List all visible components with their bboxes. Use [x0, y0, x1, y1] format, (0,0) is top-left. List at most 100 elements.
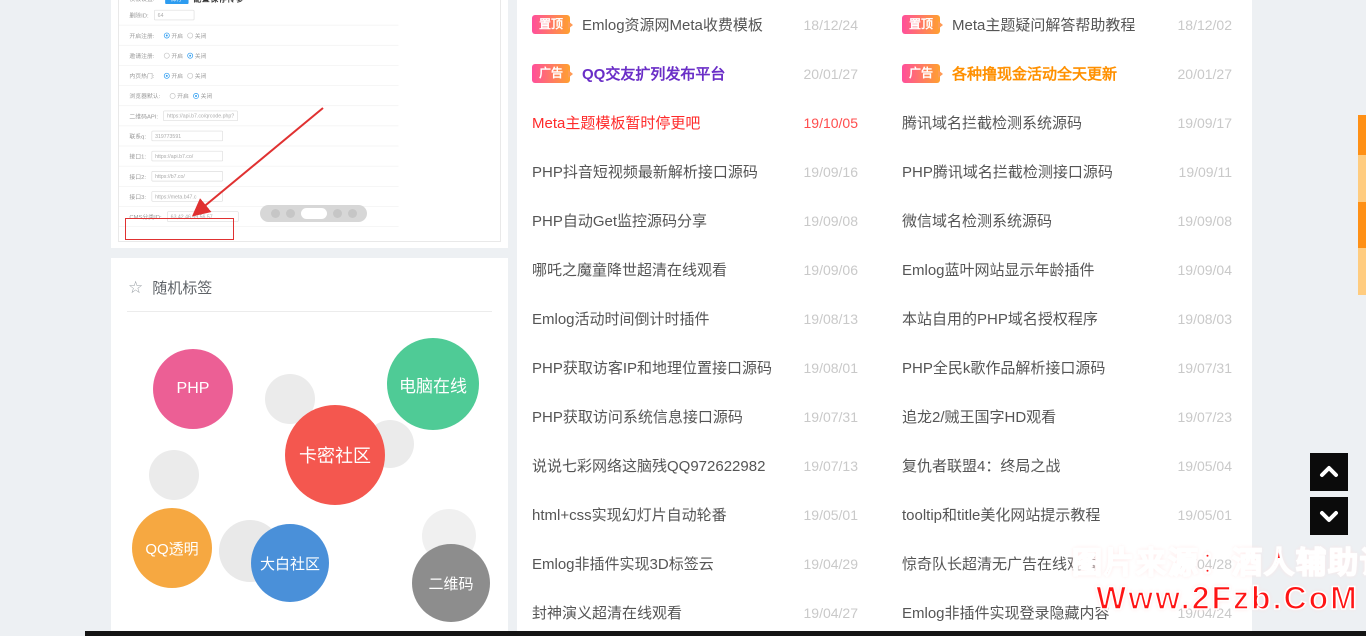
carousel-dot[interactable] [271, 209, 280, 218]
screenshot-radio-icon [187, 52, 193, 58]
screenshot-radio-icon [193, 93, 199, 99]
article-title-link[interactable]: PHP获取访问系统信息接口源码 [532, 406, 796, 427]
article-title-link[interactable]: 说说七彩网络这脑残QQ972622982 [532, 455, 796, 476]
carousel-dots[interactable] [260, 205, 367, 222]
screenshot-radio-icon [169, 93, 175, 99]
article-title-link[interactable]: PHP获取访客IP和地理位置接口源码 [532, 357, 796, 378]
article-title-link[interactable]: QQ交友扩列发布平台 [582, 63, 795, 84]
tag-bubble[interactable]: 卡密社区 [285, 405, 385, 505]
screenshot-form-row: 内页热门:开启关闭 [119, 66, 399, 86]
ad-badge: 广告 [902, 64, 940, 83]
screenshot-radio-label: 开启 [171, 31, 183, 39]
article-date: 20/01/27 [804, 66, 859, 82]
screenshot-form-row: 接口1:https://api.b7.co/ [119, 146, 399, 166]
screenshot-form-label: 联系q: [129, 132, 146, 140]
article-row: 复仇者联盟4：终局之战19/05/04 [902, 441, 1232, 490]
article-date: 19/10/05 [804, 115, 859, 131]
carousel-dot-active[interactable] [301, 208, 327, 219]
scroll-up-button[interactable] [1310, 453, 1348, 491]
tag-bubble[interactable]: 电脑在线 [387, 338, 479, 430]
article-date: 19/09/08 [1178, 213, 1233, 229]
article-row: 微信域名检测系统源码 19/09/08 [902, 196, 1232, 245]
screenshot-form-row: 接口3:https://meta.b47.c [119, 187, 399, 207]
article-date: 18/12/24 [804, 17, 859, 33]
article-date: 19/09/16 [804, 164, 859, 180]
screenshot-form-row: 联系q:319773591 [119, 126, 399, 146]
article-row: PHP抖音短视频最新解析接口源码 19/09/16 [532, 147, 858, 196]
article-title-link[interactable]: PHP腾讯域名拦截检测接口源码 [902, 161, 1171, 182]
article-row: tooltip和title美化网站提示教程 19/05/01 [902, 490, 1232, 539]
article-row: 追龙2/贼王国字HD观看 19/07/23 [902, 392, 1232, 441]
article-date: 19/09/06 [804, 262, 859, 278]
screenshot-radio-label: 开启 [177, 91, 189, 99]
article-title-link[interactable]: Emlog蓝叶网站显示年龄插件 [902, 259, 1170, 280]
chevron-down-icon [1316, 503, 1342, 529]
article-row: 封神演义超清在线观看 19/04/27 [532, 588, 858, 636]
article-title-link[interactable]: 追龙2/贼王国字HD观看 [902, 406, 1170, 427]
screenshot-form-row: 开启注册:开启关闭 [119, 25, 399, 45]
screenshot-radio-icon [187, 32, 193, 38]
article-date: 19/07/23 [1178, 409, 1233, 425]
article-date: 19/04/29 [804, 556, 859, 572]
article-title-link[interactable]: 各种撸现金活动全天更新 [952, 63, 1169, 84]
screenshot-radio-icon [187, 73, 193, 79]
scroll-down-button[interactable] [1310, 497, 1348, 535]
article-date: 19/05/01 [804, 507, 859, 523]
carousel-dot[interactable] [333, 209, 342, 218]
side-widget-strip-segment[interactable] [1358, 155, 1366, 202]
article-title-link[interactable]: html+css实现幻灯片自动轮番 [532, 504, 796, 525]
carousel-dot[interactable] [286, 209, 295, 218]
carousel-dot[interactable] [348, 209, 357, 218]
article-title-link[interactable]: Emlog资源网Meta收费模板 [582, 14, 795, 35]
article-row: html+css实现幻灯片自动轮番 19/05/01 [532, 490, 858, 539]
article-date: 19/08/13 [804, 311, 859, 327]
pinned-badge: 置顶 [902, 15, 940, 34]
article-title-link[interactable]: 哪吒之魔童降世超清在线观看 [532, 259, 796, 280]
tag-bubble[interactable]: QQ透明 [132, 508, 212, 588]
screenshot-radio-label: 开启 [171, 71, 183, 79]
article-title-link[interactable]: 腾讯域名拦截检测系统源码 [902, 112, 1170, 133]
screenshot-radio-icon [164, 32, 170, 38]
article-title-link[interactable]: 微信域名检测系统源码 [902, 210, 1170, 231]
article-title-link[interactable]: tooltip和title美化网站提示教程 [902, 504, 1170, 525]
screenshot-form-label: 开启注册: [129, 31, 154, 39]
screenshot-radio-icon [164, 52, 170, 58]
article-title-link[interactable]: Meta主题疑问解答帮助教程 [952, 14, 1169, 35]
article-title-link[interactable]: 封神演义超清在线观看 [532, 602, 796, 623]
article-date: 19/05/01 [1178, 507, 1233, 523]
side-widget-strip-segment[interactable] [1358, 115, 1366, 155]
article-row: PHP自动Get监控源码分享 19/09/08 [532, 196, 858, 245]
article-title-link[interactable]: Meta主题模板暂时停更吧 [532, 112, 796, 133]
article-row: Emlog活动时间倒计时插件 19/08/13 [532, 294, 858, 343]
article-title-link[interactable]: PHP全民k歌作品解析接口源码 [902, 357, 1170, 378]
article-row: 说说七彩网络这脑残QQ97262298219/07/13 [532, 441, 858, 490]
article-title-link[interactable]: Emlog非插件实现3D标签云 [532, 553, 796, 574]
tag-bubble-empty [149, 450, 199, 500]
screenshot-radio-label: 开启 [171, 51, 183, 59]
tag-bubble[interactable]: PHP [153, 349, 233, 429]
article-date: 19/08/01 [804, 360, 859, 376]
screenshot-form-row: 二维码API: https://api.b7.co/qrcode.php? [119, 106, 399, 126]
screenshot-form-label: 二维码API: [129, 112, 158, 120]
screenshot-form-input: https://api.b7.co/ [151, 151, 223, 161]
article-title-link[interactable]: PHP自动Get监控源码分享 [532, 210, 796, 231]
article-row: PHP获取访问系统信息接口源码19/07/31 [532, 392, 858, 441]
side-widget-strip-segment[interactable] [1358, 202, 1366, 248]
article-title-link[interactable]: Emlog活动时间倒计时插件 [532, 308, 796, 329]
article-title-link[interactable]: 本站自用的PHP域名授权程序 [902, 308, 1170, 329]
article-date: 19/04/27 [804, 605, 859, 621]
article-title-link[interactable]: PHP抖音短视频最新解析接口源码 [532, 161, 796, 182]
article-title-link[interactable]: 复仇者联盟4：终局之战 [902, 455, 1170, 476]
article-date: 19/09/17 [1178, 115, 1233, 131]
pinned-badge: 置顶 [532, 15, 570, 34]
screenshot-form: 模板设置: 保存 配置保存传参 删除ID:64开启注册:开启关闭邀请注册:开启关… [119, 0, 501, 227]
article-row: PHP腾讯域名拦截检测接口源码19/09/11 [902, 147, 1232, 196]
screenshot-form-row: 接口2:https://b7.co/ [119, 167, 399, 187]
tag-bubble[interactable]: 大白社区 [251, 524, 329, 602]
screenshot-radio-icon [164, 73, 170, 79]
side-widget-strip-segment[interactable] [1358, 248, 1366, 295]
article-date: 19/09/08 [804, 213, 859, 229]
article-row: Meta主题模板暂时停更吧 19/10/05 [532, 98, 858, 147]
tag-bubble[interactable]: 二维码 [412, 544, 490, 622]
screenshot-form-input: https://api.b7.co/qrcode.php? [163, 111, 238, 121]
